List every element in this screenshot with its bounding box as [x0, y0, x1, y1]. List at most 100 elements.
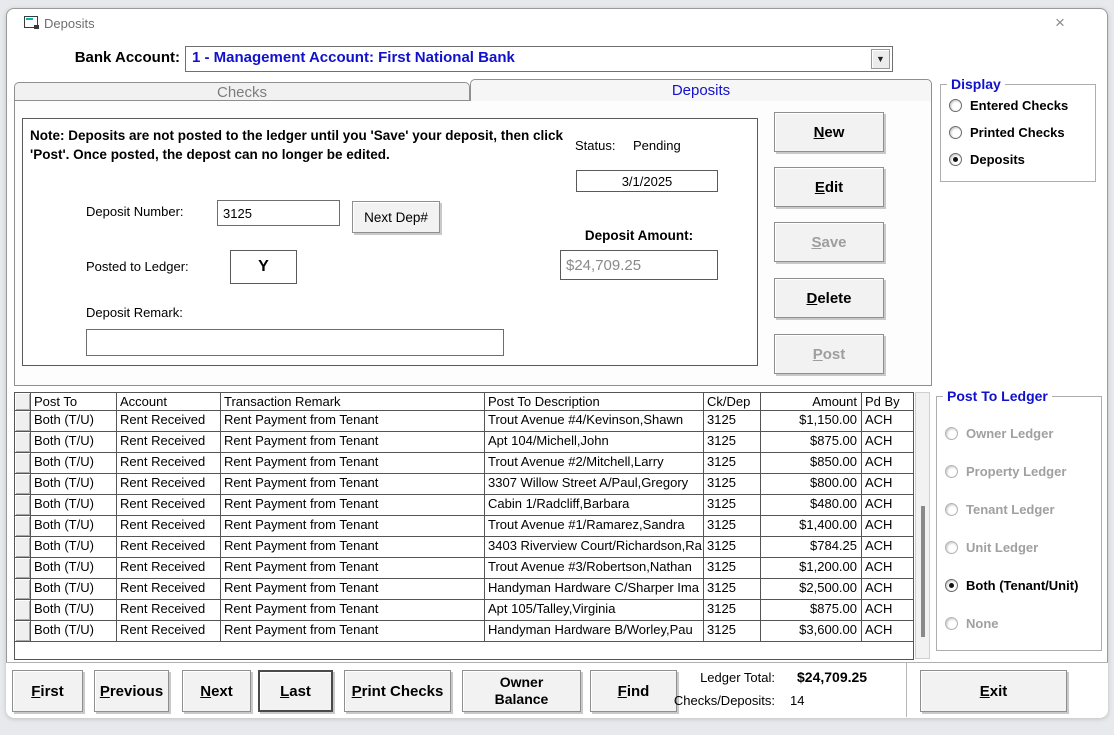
- cell-pd: ACH: [862, 537, 913, 558]
- radio-icon[interactable]: [949, 126, 962, 139]
- radio-option: Property Ledger: [937, 452, 1101, 490]
- row-selector[interactable]: [15, 579, 31, 600]
- cell-pd: ACH: [862, 516, 913, 537]
- table-row[interactable]: Both (T/U)Rent ReceivedRent Payment from…: [15, 537, 913, 558]
- cell-desc: Trout Avenue #4/Kevinson,Shawn: [485, 411, 704, 432]
- table-row[interactable]: Both (T/U)Rent ReceivedRent Payment from…: [15, 600, 913, 621]
- radio-icon[interactable]: [945, 579, 958, 592]
- cell-post_to: Both (T/U): [31, 453, 117, 474]
- radio-option[interactable]: Deposits: [941, 146, 1095, 173]
- radio-icon[interactable]: [949, 99, 962, 112]
- deposit-amount-label: Deposit Amount:: [560, 228, 718, 243]
- label-part: N: [200, 683, 211, 700]
- owner-balance-button[interactable]: OwnerBalance: [462, 670, 581, 712]
- radio-label: Entered Checks: [970, 98, 1068, 113]
- row-selector[interactable]: [15, 432, 31, 453]
- table-row[interactable]: Both (T/U)Rent ReceivedRent Payment from…: [15, 432, 913, 453]
- tab-deposits[interactable]: Deposits: [470, 79, 932, 101]
- previous-button[interactable]: Previous: [94, 670, 169, 712]
- table-header-row: Post To Account Transaction Remark Post …: [15, 393, 913, 411]
- table-row[interactable]: Both (T/U)Rent ReceivedRent Payment from…: [15, 474, 913, 495]
- label-part: P: [352, 683, 362, 700]
- status-label: Status:: [575, 138, 615, 153]
- cell-remark: Rent Payment from Tenant: [221, 600, 485, 621]
- deposits-table-body: Both (T/U)Rent ReceivedRent Payment from…: [15, 411, 913, 642]
- radio-option[interactable]: Both (Tenant/Unit): [937, 566, 1101, 604]
- radio-icon: [945, 617, 958, 630]
- cell-amt: $480.00: [761, 495, 862, 516]
- label-part: Balance: [495, 691, 549, 708]
- next-dep-button[interactable]: Next Dep#: [352, 201, 440, 233]
- label-part: ast: [289, 683, 311, 700]
- cell-ck: 3125: [704, 600, 761, 621]
- display-group: Display Entered ChecksPrinted ChecksDepo…: [940, 76, 1096, 182]
- close-icon[interactable]: ×: [1048, 11, 1072, 35]
- table-scrollbar[interactable]: [915, 392, 930, 659]
- cell-account: Rent Received: [117, 474, 221, 495]
- next-button[interactable]: Next: [182, 670, 251, 712]
- scrollbar-thumb[interactable]: [921, 506, 925, 637]
- label-part: F: [31, 683, 40, 700]
- label-part: S: [811, 234, 821, 251]
- cell-post_to: Both (T/U): [31, 411, 117, 432]
- last-button[interactable]: Last: [258, 670, 333, 712]
- cell-remark: Rent Payment from Tenant: [221, 474, 485, 495]
- print-checks-button[interactable]: Print Checks: [344, 670, 451, 712]
- cell-ck: 3125: [704, 411, 761, 432]
- row-selector[interactable]: [15, 600, 31, 621]
- table-row[interactable]: Both (T/U)Rent ReceivedRent Payment from…: [15, 516, 913, 537]
- exit-button[interactable]: Exit: [920, 670, 1067, 712]
- cell-post_to: Both (T/U): [31, 579, 117, 600]
- row-selector[interactable]: [15, 558, 31, 579]
- cell-post_to: Both (T/U): [31, 474, 117, 495]
- cell-ck: 3125: [704, 495, 761, 516]
- row-selector[interactable]: [15, 537, 31, 558]
- cell-remark: Rent Payment from Tenant: [221, 453, 485, 474]
- label-part: P: [100, 683, 110, 700]
- cell-remark: Rent Payment from Tenant: [221, 495, 485, 516]
- deposit-remark-input[interactable]: [86, 329, 504, 356]
- radio-option[interactable]: Printed Checks: [941, 119, 1095, 146]
- cell-desc: Handyman Hardware B/Worley,Pau: [485, 621, 704, 642]
- cell-remark: Rent Payment from Tenant: [221, 516, 485, 537]
- table-row[interactable]: Both (T/U)Rent ReceivedRent Payment from…: [15, 453, 913, 474]
- cell-remark: Rent Payment from Tenant: [221, 579, 485, 600]
- row-selector[interactable]: [15, 411, 31, 432]
- radio-option: Unit Ledger: [937, 528, 1101, 566]
- first-button[interactable]: First: [12, 670, 83, 712]
- table-row[interactable]: Both (T/U)Rent ReceivedRent Payment from…: [15, 558, 913, 579]
- label-part: Next Dep#: [364, 210, 428, 225]
- header-account: Account: [117, 393, 221, 411]
- radio-option[interactable]: Entered Checks: [941, 92, 1095, 119]
- tab-checks[interactable]: Checks: [14, 82, 470, 101]
- row-selector[interactable]: [15, 474, 31, 495]
- deposit-date-field[interactable]: 3/1/2025: [576, 170, 718, 192]
- radio-icon[interactable]: [949, 153, 962, 166]
- bank-account-combobox[interactable]: 1 - Management Account: First National B…: [185, 46, 893, 72]
- deposit-number-input[interactable]: [217, 200, 340, 226]
- cell-ck: 3125: [704, 474, 761, 495]
- row-selector[interactable]: [15, 495, 31, 516]
- label-part: xit: [990, 683, 1008, 700]
- combo-dropdown-button[interactable]: ▼: [871, 49, 890, 69]
- row-selector[interactable]: [15, 453, 31, 474]
- table-row[interactable]: Both (T/U)Rent ReceivedRent Payment from…: [15, 579, 913, 600]
- table-row[interactable]: Both (T/U)Rent ReceivedRent Payment from…: [15, 411, 913, 432]
- radio-label: Deposits: [970, 152, 1025, 167]
- row-selector[interactable]: [15, 621, 31, 642]
- deposit-number-label: Deposit Number:: [86, 204, 184, 219]
- edit-button[interactable]: Edit: [774, 167, 884, 207]
- cell-desc: Handyman Hardware C/Sharper Ima: [485, 579, 704, 600]
- label-part: P: [813, 346, 823, 363]
- new-button[interactable]: New: [774, 112, 884, 152]
- radio-option: None: [937, 604, 1101, 642]
- cell-amt: $1,150.00: [761, 411, 862, 432]
- header-post-to-description: Post To Description: [485, 393, 704, 411]
- row-selector[interactable]: [15, 516, 31, 537]
- radio-icon: [945, 427, 958, 440]
- table-row[interactable]: Both (T/U)Rent ReceivedRent Payment from…: [15, 495, 913, 516]
- table-row[interactable]: Both (T/U)Rent ReceivedRent Payment from…: [15, 621, 913, 642]
- cell-ck: 3125: [704, 453, 761, 474]
- delete-button[interactable]: Delete: [774, 278, 884, 318]
- bank-account-label: Bank Account:: [40, 49, 180, 66]
